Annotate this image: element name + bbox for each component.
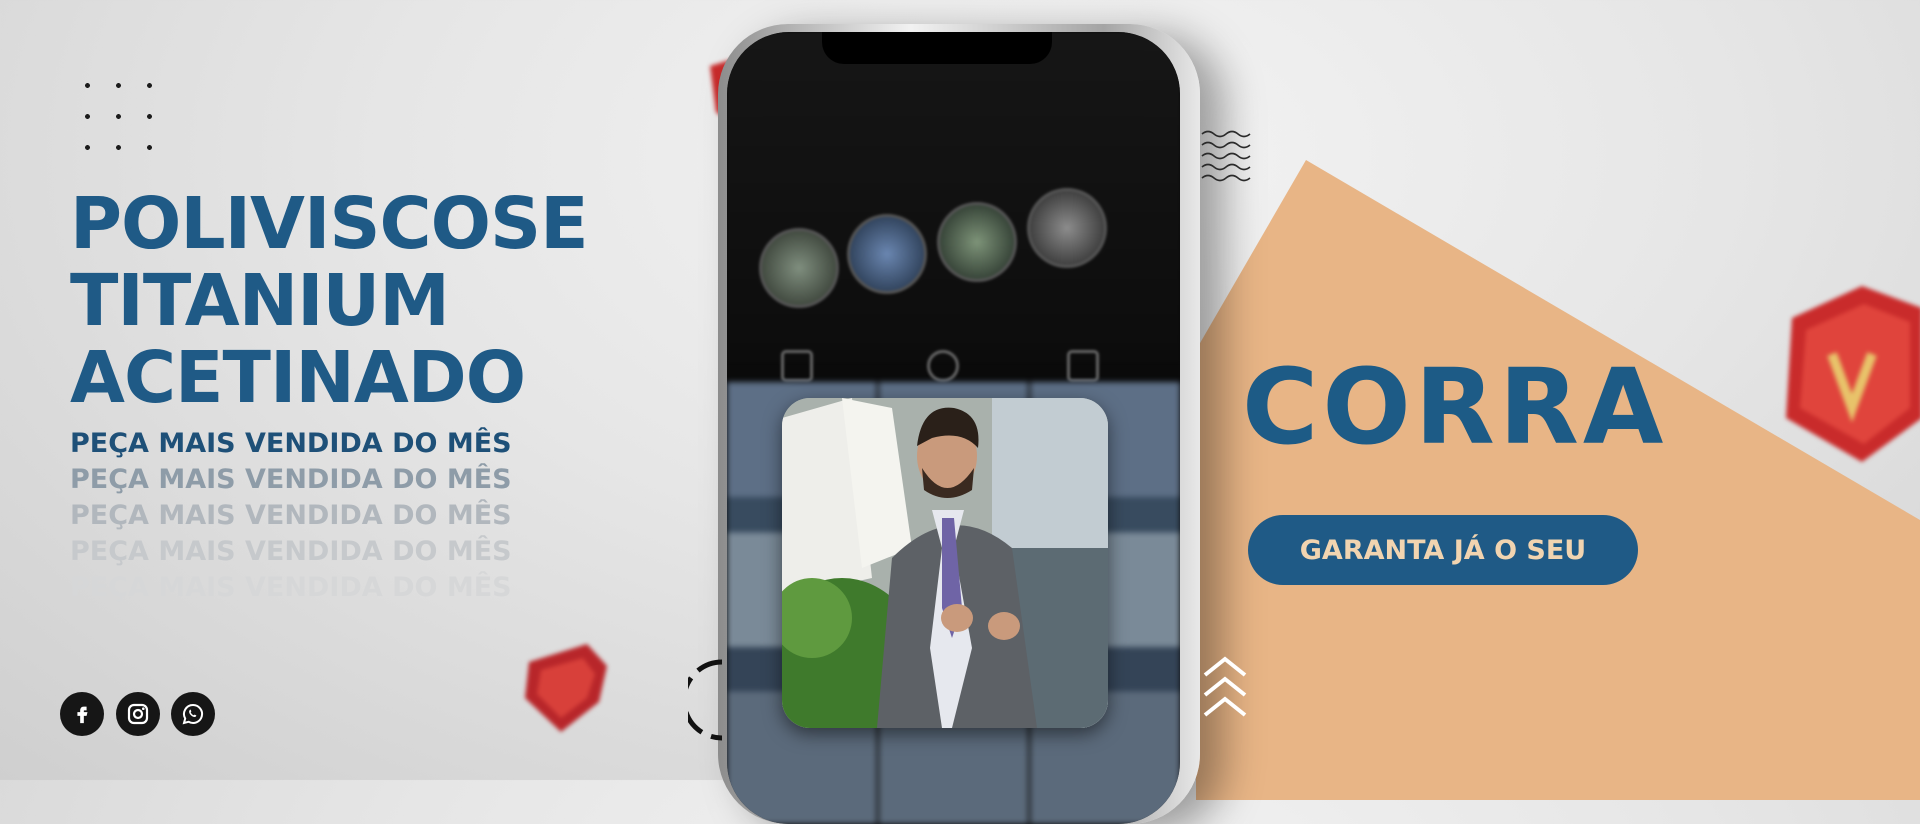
story-highlight	[1027, 188, 1107, 268]
shield-emblem-icon	[525, 644, 607, 732]
story-highlight	[937, 202, 1017, 282]
profile-header-blurred	[727, 32, 1180, 382]
shield-emblem-icon	[1786, 286, 1920, 462]
chevron-up-decoration-icon	[1203, 656, 1247, 717]
cta-title: CORRA	[1242, 346, 1668, 468]
product-photo	[782, 398, 1108, 728]
subheadline-echo: PEÇA MAIS VENDIDA DO MÊS	[70, 536, 512, 567]
peach-background-panel	[1196, 160, 1920, 800]
arc-decoration	[688, 659, 723, 741]
reels-tab-icon	[927, 350, 959, 382]
phone-notch	[822, 32, 1052, 64]
whatsapp-icon[interactable]	[171, 692, 215, 736]
product-headline: POLIVISCOSE TITANIUM ACETINADO	[70, 182, 589, 419]
guarantee-cta-button[interactable]: GARANTA JÁ O SEU	[1248, 515, 1638, 585]
subheadline-echo: PEÇA MAIS VENDIDA DO MÊS	[70, 464, 512, 495]
subheadline-echo: PEÇA MAIS VENDIDA DO MÊS	[70, 572, 512, 603]
instagram-icon[interactable]	[116, 692, 160, 736]
wave-lines-decoration	[1201, 130, 1251, 182]
headline-line: TITANIUM	[70, 259, 450, 342]
headline-line: ACETINADO	[70, 336, 526, 419]
grid-tab-icon	[781, 350, 813, 382]
facebook-icon[interactable]	[60, 692, 104, 736]
headline-line: POLIVISCOSE	[70, 182, 589, 265]
story-highlight	[847, 214, 927, 294]
dot-grid-decoration	[72, 70, 172, 170]
subheadline-echo: PEÇA MAIS VENDIDA DO MÊS	[70, 500, 512, 531]
story-highlight	[759, 228, 839, 308]
tagged-tab-icon	[1067, 350, 1099, 382]
subheadline: PEÇA MAIS VENDIDA DO MÊS	[70, 428, 512, 459]
